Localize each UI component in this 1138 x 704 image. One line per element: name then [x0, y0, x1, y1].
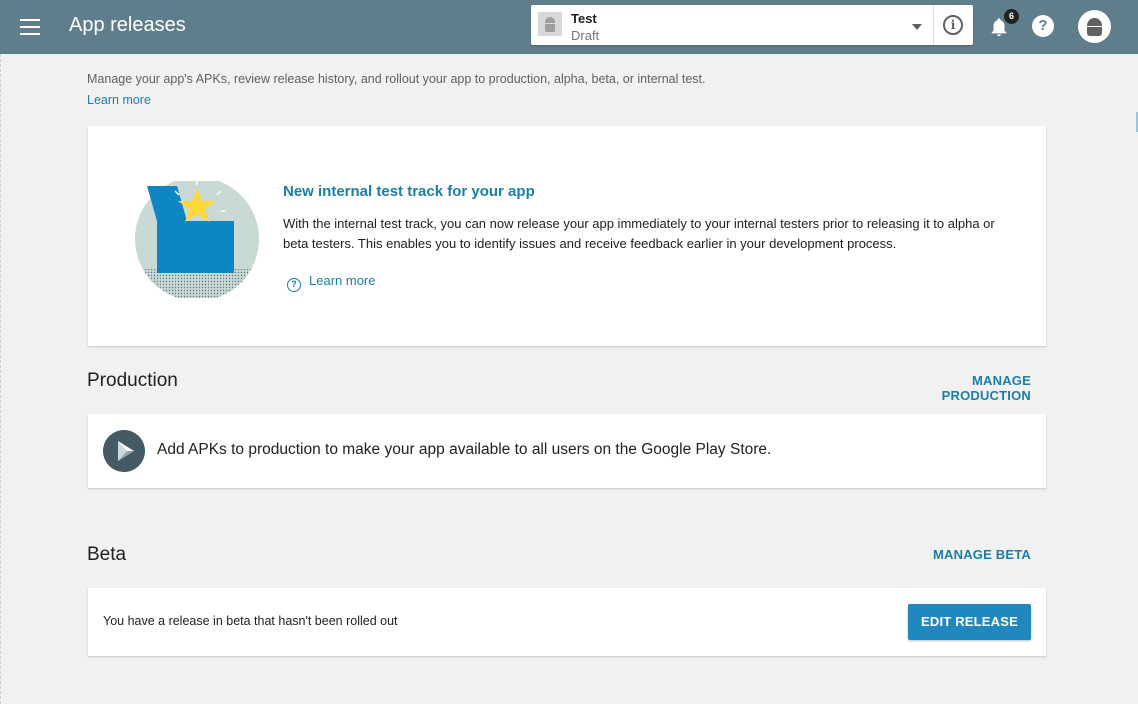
internal-test-promo-card: New internal test track for your app Wit… [88, 126, 1046, 346]
avatar[interactable] [1078, 10, 1111, 43]
play-icon [103, 430, 145, 472]
chevron-down-icon[interactable] [912, 24, 922, 30]
menu-icon[interactable] [20, 17, 42, 37]
app-status: Draft [571, 28, 600, 43]
production-empty-message: Add APKs to production to make your app … [157, 441, 772, 458]
promo-learn-more-label: Learn more [309, 273, 376, 288]
help-icon[interactable]: ? [1032, 15, 1054, 37]
promo-description: With the internal test track, you can no… [283, 216, 995, 251]
page-title: App releases [69, 14, 186, 36]
beta-card: You have a release in beta that hasn't b… [88, 588, 1046, 656]
app-selector[interactable]: Test Draft i [531, 5, 973, 45]
production-card: Add APKs to production to make your app … [88, 414, 1046, 488]
intro-description: Manage your app's APKs, review release h… [87, 72, 706, 86]
divider [933, 5, 934, 45]
help-circle-icon: ? [287, 278, 301, 292]
left-divider [0, 54, 1, 704]
manage-beta-button[interactable]: MANAGE BETA [920, 547, 1031, 562]
info-icon[interactable]: i [943, 15, 963, 35]
beta-status-message: You have a release in beta that hasn't b… [103, 614, 398, 628]
internal-test-illustration [135, 181, 259, 298]
notification-badge: 6 [1004, 9, 1019, 24]
intro-learn-more-link[interactable]: Learn more [87, 93, 151, 107]
android-icon [538, 12, 562, 36]
edit-release-button[interactable]: EDIT RELEASE [908, 604, 1031, 640]
top-app-bar: App releases Test Draft i 6 ? [0, 0, 1138, 54]
app-name: Test [571, 11, 597, 26]
manage-production-button[interactable]: MANAGE PRODUCTION [880, 373, 1031, 403]
promo-title: New internal test track for your app [283, 183, 535, 200]
production-section-title: Production [87, 370, 178, 391]
beta-section-title: Beta [87, 544, 127, 565]
promo-learn-more-link[interactable]: ? Learn more [287, 273, 375, 292]
